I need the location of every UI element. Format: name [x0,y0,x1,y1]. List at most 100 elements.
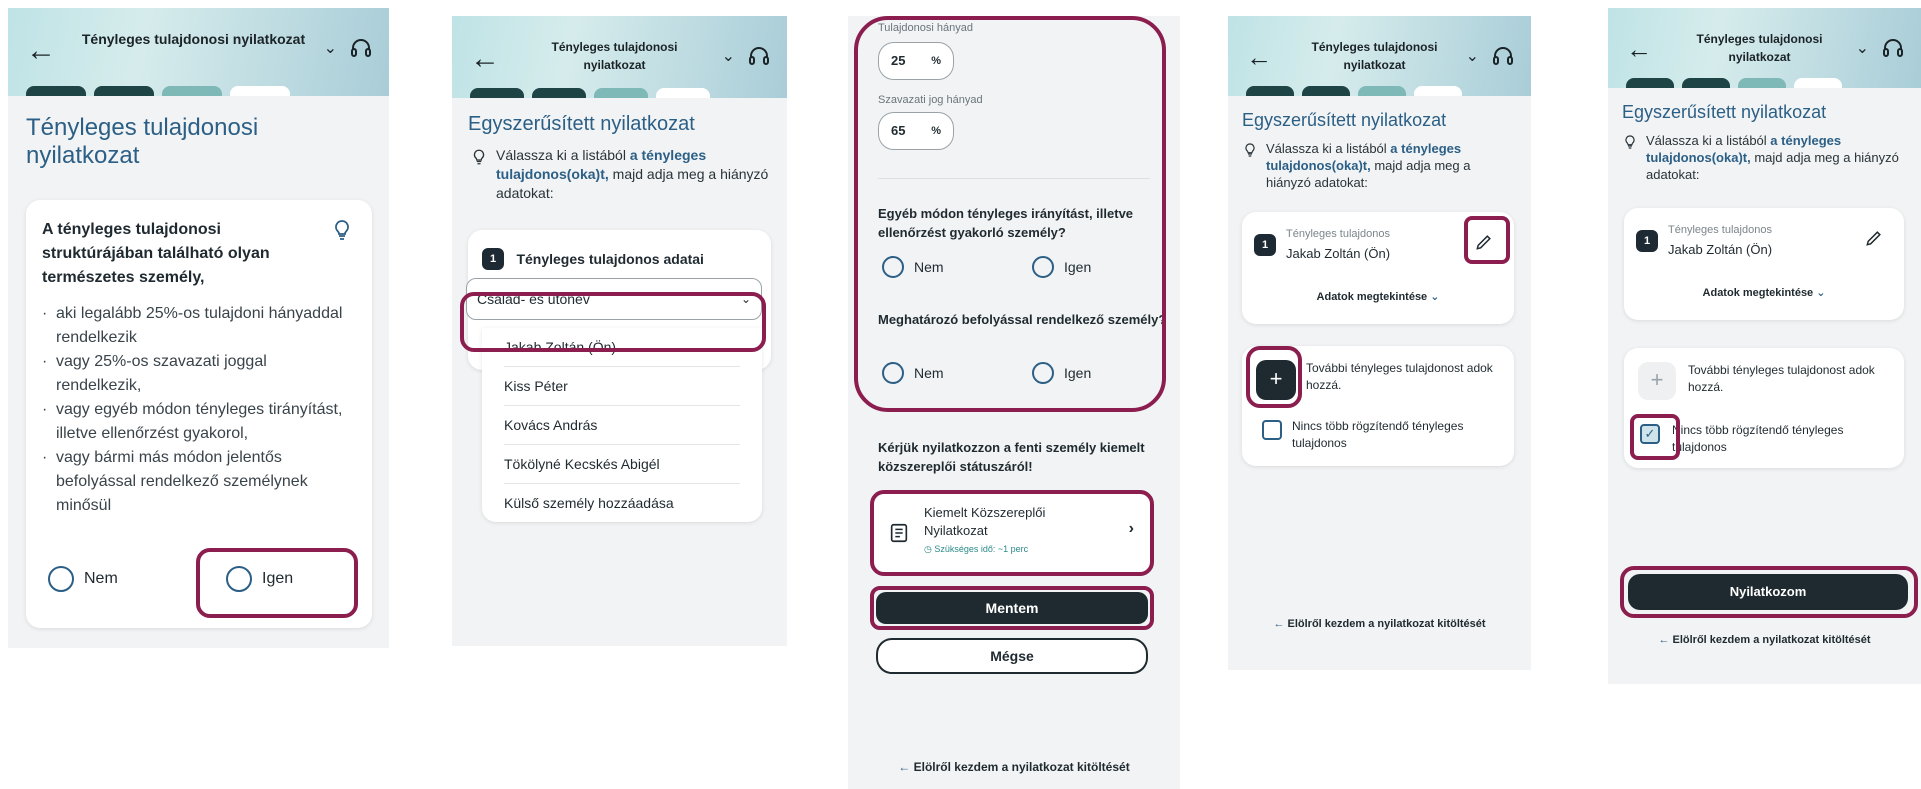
header-title: Tényleges tulajdonosi nyilatkozat [81,31,306,47]
no-more-checkbox[interactable] [1262,420,1282,440]
save-button[interactable]: Mentem [876,592,1148,624]
headset-icon[interactable] [1881,36,1905,60]
no-more-label: Nincs több rögzítendő tényleges tulajdon… [1672,423,1844,454]
add-owner-card: + További tényleges tulajdonost adok hoz… [1242,346,1514,466]
list-item: aki legalább 25%-os tulajdoni hányaddal … [42,302,356,350]
owner-name: Jakab Zoltán (Ön) [1668,242,1773,257]
ownership-input[interactable]: 25 % [878,42,954,80]
arrow-left-icon[interactable]: ← [26,36,56,66]
radio-circle[interactable] [48,566,74,592]
view-data-toggle[interactable]: Adatok megtekintése ⌄ [1624,286,1904,299]
chevron-down-icon[interactable]: ⌄ [1466,46,1479,66]
criteria-list: aki legalább 25%-os tulajdoni hányaddal … [42,302,356,518]
list-item[interactable]: Tökölyné Kecskés Abigél [504,445,740,484]
add-owner-button[interactable]: + [1638,362,1676,400]
q2-radio-no[interactable]: Nem [882,362,944,384]
add-owner-label: További tényleges tulajdonost adok hozzá… [1688,363,1875,394]
list-item: vagy egyéb módon tényleges tirányítást, … [42,398,356,446]
headset-icon[interactable] [349,36,373,60]
declare-button[interactable]: Nyilatkozom [1628,574,1908,610]
owner-card: 1 Tényleges tulajdonos Jakab Zoltán (Ön)… [1242,212,1514,324]
name-dropdown-list: Jakab Zoltán (Ön) Kiss Péter Kovács Andr… [482,328,762,522]
page-title: Egyszerűsített nyilatkozat [468,113,695,135]
pep-declaration-card[interactable]: Kiemelt Közszereplői Nyilatkozat ◷ Szüks… [874,494,1150,572]
screen-4: ← Tényleges tulajdonosi nyilatkozat ⌄ Eg… [1228,16,1531,670]
list-item[interactable]: Jakab Zoltán (Ön) [504,328,740,367]
plus-icon: + [1269,366,1283,391]
cancel-button[interactable]: Mégse [876,638,1148,674]
list-item[interactable]: Kovács András [504,406,740,445]
clock-icon: ◷ [924,544,932,554]
lightbulb-icon [1625,135,1635,149]
screen-1: ← Tényleges tulajdonosi nyilatkozat ⌄ Té… [8,8,389,648]
radio-circle[interactable] [1032,362,1054,384]
list-item[interactable]: Külső személy hozzáadása [504,484,740,523]
list-item: vagy bármi más módon jelentős befolyássa… [42,446,356,518]
owner-card: 1 Tényleges tulajdonos Jakab Zoltán (Ön)… [1624,208,1904,320]
progress-tabs [470,88,710,98]
arrow-left-icon[interactable]: ← [1626,36,1652,62]
restart-link[interactable]: ← Elölről kezdem a nyilatkozat kitöltésé… [848,760,1180,774]
progress-tabs [1626,78,1842,88]
view-data-toggle[interactable]: Adatok megtekintése ⌄ [1242,290,1514,303]
pep-prompt: Kérjük nyilatkozzon a fenti személy kiem… [878,440,1145,474]
owner-name: Jakab Zoltán (Ön) [1286,246,1391,261]
headset-icon[interactable] [747,44,771,68]
pencil-icon[interactable] [1864,228,1884,248]
hint: Válassza ki a listából a tényleges tulaj… [1608,124,1921,183]
section-title: Tényleges tulajdonos adatai [516,251,704,267]
voting-label: Szavazati jog hányad [878,94,983,106]
no-more-checkbox[interactable]: ✓ [1640,424,1660,444]
arrow-left-icon[interactable]: ← [470,44,500,74]
voting-input[interactable]: 65 % [878,112,954,150]
lightbulb-icon [1245,143,1255,157]
app-header: ← Tényleges tulajdonosi nyilatkozat ⌄ [8,8,389,96]
radio-yes[interactable]: Igen [226,566,293,592]
lightbulb-icon [473,149,485,165]
q1-radio-yes[interactable]: Igen [1032,256,1091,278]
radio-no[interactable]: Nem [48,566,118,592]
question-influence: Meghatározó befolyással rendelkező szemé… [878,312,1167,327]
progress-tabs [1246,86,1462,96]
owner-label: Tényleges tulajdonos [1286,228,1390,240]
definition-card: A tényleges tulajdonosi struktúrájában t… [26,200,372,628]
arrow-left-icon: ← [1273,618,1285,630]
name-select[interactable]: Család- és utónév ⌄ [466,278,762,320]
q1-radio-no[interactable]: Nem [882,256,944,278]
chevron-down-icon[interactable]: ⌄ [1856,38,1869,58]
app-header: ← Tényleges tulajdonosi nyilatkozat ⌄ [1608,8,1921,88]
header-title: Tényleges tulajdonosi nyilatkozat [551,40,678,72]
page-title: Tényleges tulajdonosi nyilatkozat [26,114,259,169]
divider [878,178,1150,179]
radio-circle[interactable] [226,566,252,592]
chevron-down-icon[interactable]: ⌄ [722,46,735,66]
hint: Válassza ki a listából a tényleges tulaj… [1228,132,1531,191]
lightbulb-icon [335,220,349,240]
radio-circle[interactable] [882,362,904,384]
restart-link[interactable]: ← Elölről kezdem a nyilatkozat kitöltésé… [1608,634,1921,646]
restart-link[interactable]: ← Elölről kezdem a nyilatkozat kitöltésé… [1228,618,1531,630]
plus-icon: + [1650,367,1664,392]
radio-circle[interactable] [882,256,904,278]
chevron-down-icon: ⌄ [740,292,751,306]
header-title: Tényleges tulajdonosi nyilatkozat [1696,32,1823,64]
question-control: Egyéb módon tényleges irányítást, illetv… [878,206,1134,240]
owner-label: Tényleges tulajdonos [1668,224,1772,236]
app-header: ← Tényleges tulajdonosi nyilatkozat ⌄ [1228,16,1531,96]
check-icon: ✓ [1644,426,1656,441]
arrow-left-icon[interactable]: ← [1246,44,1272,70]
radio-circle[interactable] [1032,256,1054,278]
headset-icon[interactable] [1491,44,1515,68]
page-title: Egyszerűsített nyilatkozat [1242,110,1447,130]
chevron-down-icon[interactable]: ⌄ [324,38,337,58]
add-owner-card: + További tényleges tulajdonost adok hoz… [1624,348,1904,468]
list-item[interactable]: Kiss Péter [504,367,740,406]
hint: Válassza ki a listából a tényleges tulaj… [452,136,787,203]
document-icon [890,523,908,543]
pencil-icon[interactable] [1474,232,1494,252]
screen-5: ← Tényleges tulajdonosi nyilatkozat ⌄ Eg… [1608,8,1921,684]
add-owner-label: További tényleges tulajdonost adok hozzá… [1306,361,1493,392]
q2-radio-yes[interactable]: Igen [1032,362,1091,384]
chevron-right-icon: › [1128,520,1134,537]
add-owner-button[interactable]: + [1256,360,1296,400]
